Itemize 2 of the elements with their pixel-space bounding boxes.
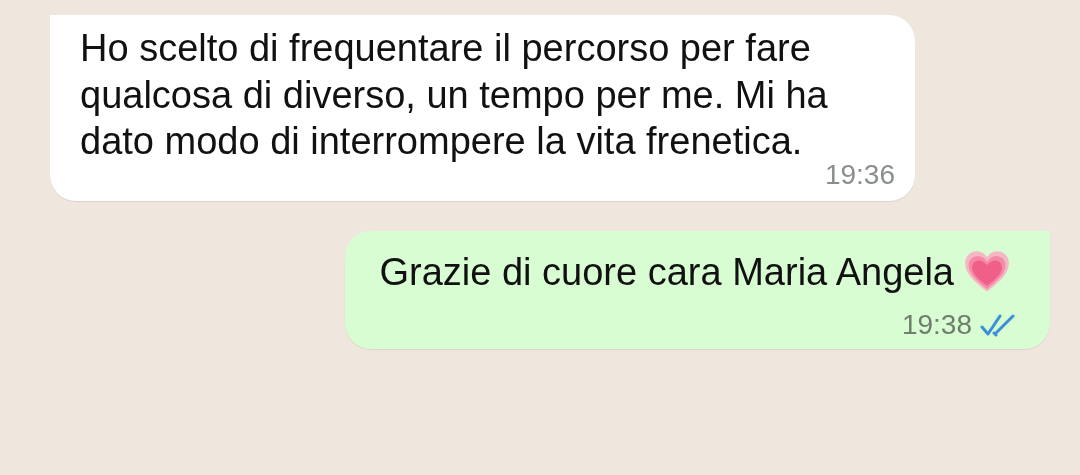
message-time: 19:38 <box>901 309 972 341</box>
message-text: Grazie di cuore cara Maria Angela <box>379 249 954 295</box>
